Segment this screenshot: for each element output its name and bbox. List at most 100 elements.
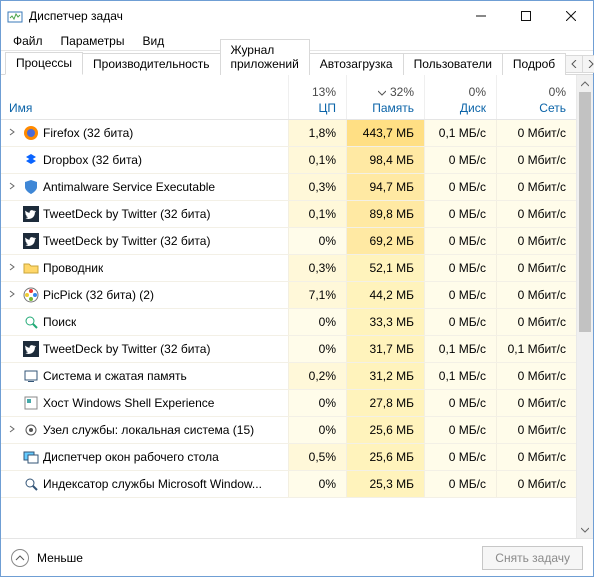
scroll-up-icon[interactable] xyxy=(577,75,593,92)
col-network[interactable]: 0% Сеть xyxy=(496,75,576,119)
cpu-cell: 0% xyxy=(288,228,346,254)
maximize-button[interactable] xyxy=(503,1,548,31)
col-cpu-pct: 13% xyxy=(312,85,336,99)
table-row[interactable]: Система и сжатая память0,2%31,2 МБ0,1 МБ… xyxy=(1,363,576,390)
dropbox-icon xyxy=(23,152,39,168)
fewer-details-label: Меньше xyxy=(37,551,83,565)
network-cell: 0 Мбит/с xyxy=(496,282,576,308)
process-name-cell: Диспетчер окон рабочего стола xyxy=(1,444,288,470)
network-cell: 0 Мбит/с xyxy=(496,120,576,146)
chevron-up-icon xyxy=(11,549,29,567)
table-row[interactable]: Диспетчер окон рабочего стола0,5%25,6 МБ… xyxy=(1,444,576,471)
network-cell: 0 Мбит/с xyxy=(496,201,576,227)
cpu-cell: 0,3% xyxy=(288,174,346,200)
table-row[interactable]: Узел службы: локальная система (15)0%25,… xyxy=(1,417,576,444)
table-row[interactable]: Antimalware Service Executable0,3%94,7 М… xyxy=(1,174,576,201)
tab-scroll xyxy=(565,55,594,73)
col-name-label: Имя xyxy=(9,101,32,115)
disk-cell: 0,1 МБ/с xyxy=(424,336,496,362)
col-name[interactable]: . Имя xyxy=(1,75,288,119)
vertical-scrollbar[interactable] xyxy=(576,75,593,538)
expand-icon[interactable] xyxy=(5,290,19,301)
tab-processes[interactable]: Процессы xyxy=(5,52,83,75)
process-name: Firefox (32 бита) xyxy=(43,126,133,140)
menu-options[interactable]: Параметры xyxy=(53,32,133,50)
cpu-cell: 1,8% xyxy=(288,120,346,146)
cpu-cell: 0% xyxy=(288,390,346,416)
cpu-cell: 0,1% xyxy=(288,201,346,227)
scroll-down-icon[interactable] xyxy=(577,521,593,538)
tweet-icon xyxy=(23,206,39,222)
firefox-icon xyxy=(23,125,39,141)
table-row[interactable]: Хост Windows Shell Experience0%27,8 МБ0 … xyxy=(1,390,576,417)
network-cell: 0 Мбит/с xyxy=(496,228,576,254)
disk-cell: 0 МБ/с xyxy=(424,255,496,281)
process-name: TweetDeck by Twitter (32 бита) xyxy=(43,342,210,356)
tab-details[interactable]: Подроб xyxy=(502,53,566,75)
process-table-wrap: . Имя 13% ЦП 32% Память 0% Диск 0% Сеть … xyxy=(1,75,593,538)
network-cell: 0 Мбит/с xyxy=(496,417,576,443)
menu-file[interactable]: Файл xyxy=(5,32,51,50)
network-cell: 0 Мбит/с xyxy=(496,444,576,470)
disk-cell: 0 МБ/с xyxy=(424,309,496,335)
table-row[interactable]: Индексатор службы Microsoft Window...0%2… xyxy=(1,471,576,498)
cpu-cell: 0% xyxy=(288,471,346,497)
cpu-cell: 0,3% xyxy=(288,255,346,281)
network-cell: 0 Мбит/с xyxy=(496,390,576,416)
expand-icon[interactable] xyxy=(5,128,19,139)
tab-startup[interactable]: Автозагрузка xyxy=(309,53,404,75)
titlebar: Диспетчер задач xyxy=(1,1,593,31)
process-name-cell: Индексатор службы Microsoft Window... xyxy=(1,471,288,497)
table-row[interactable]: Проводник0,3%52,1 МБ0 МБ/с0 Мбит/с xyxy=(1,255,576,282)
gear-icon xyxy=(23,422,39,438)
process-name: Dropbox (32 бита) xyxy=(43,153,142,167)
table-row[interactable]: TweetDeck by Twitter (32 бита)0,1%89,8 М… xyxy=(1,201,576,228)
minimize-button[interactable] xyxy=(458,1,503,31)
close-button[interactable] xyxy=(548,1,593,31)
tab-users[interactable]: Пользователи xyxy=(403,53,503,75)
process-name-cell: Antimalware Service Executable xyxy=(1,174,288,200)
disk-cell: 0 МБ/с xyxy=(424,282,496,308)
process-name: TweetDeck by Twitter (32 бита) xyxy=(43,207,210,221)
col-disk[interactable]: 0% Диск xyxy=(424,75,496,119)
scroll-track[interactable] xyxy=(577,92,593,521)
process-name: Поиск xyxy=(43,315,76,329)
expand-icon[interactable] xyxy=(5,182,19,193)
index-icon xyxy=(23,476,39,492)
tab-scroll-right[interactable] xyxy=(582,56,594,72)
table-row[interactable]: PicPick (32 бита) (2)7,1%44,2 МБ0 МБ/с0 … xyxy=(1,282,576,309)
process-name-cell: Firefox (32 бита) xyxy=(1,120,288,146)
fewer-details-button[interactable]: Меньше xyxy=(11,549,83,567)
tab-performance[interactable]: Производительность xyxy=(82,53,220,75)
memory-cell: 69,2 МБ xyxy=(346,228,424,254)
process-name-cell: Поиск xyxy=(1,309,288,335)
disk-cell: 0 МБ/с xyxy=(424,228,496,254)
menu-view[interactable]: Вид xyxy=(134,32,172,50)
expand-icon[interactable] xyxy=(5,263,19,274)
col-memory[interactable]: 32% Память xyxy=(346,75,424,119)
window-title: Диспетчер задач xyxy=(29,9,458,23)
memory-cell: 52,1 МБ xyxy=(346,255,424,281)
tab-scroll-left[interactable] xyxy=(566,56,582,72)
process-name: TweetDeck by Twitter (32 бита) xyxy=(43,234,210,248)
col-cpu[interactable]: 13% ЦП xyxy=(288,75,346,119)
table-row[interactable]: TweetDeck by Twitter (32 бита)0%69,2 МБ0… xyxy=(1,228,576,255)
process-name: PicPick (32 бита) (2) xyxy=(43,288,154,302)
network-cell: 0 Мбит/с xyxy=(496,363,576,389)
table-body: Firefox (32 бита)1,8%443,7 МБ0,1 МБ/с0 М… xyxy=(1,120,576,538)
table-row[interactable]: TweetDeck by Twitter (32 бита)0%31,7 МБ0… xyxy=(1,336,576,363)
memory-cell: 27,8 МБ xyxy=(346,390,424,416)
table-row[interactable]: Firefox (32 бита)1,8%443,7 МБ0,1 МБ/с0 М… xyxy=(1,120,576,147)
table-row[interactable]: Поиск0%33,3 МБ0 МБ/с0 Мбит/с xyxy=(1,309,576,336)
expand-icon[interactable] xyxy=(5,425,19,436)
memory-cell: 25,6 МБ xyxy=(346,444,424,470)
end-task-button[interactable]: Снять задачу xyxy=(482,546,583,570)
host-icon xyxy=(23,395,39,411)
disk-cell: 0 МБ/с xyxy=(424,201,496,227)
process-name: Antimalware Service Executable xyxy=(43,180,215,194)
scroll-thumb[interactable] xyxy=(579,92,591,332)
tab-app-history[interactable]: Журнал приложений xyxy=(220,39,310,75)
table-row[interactable]: Dropbox (32 бита)0,1%98,4 МБ0 МБ/с0 Мбит… xyxy=(1,147,576,174)
disk-cell: 0,1 МБ/с xyxy=(424,120,496,146)
cpu-cell: 0% xyxy=(288,336,346,362)
